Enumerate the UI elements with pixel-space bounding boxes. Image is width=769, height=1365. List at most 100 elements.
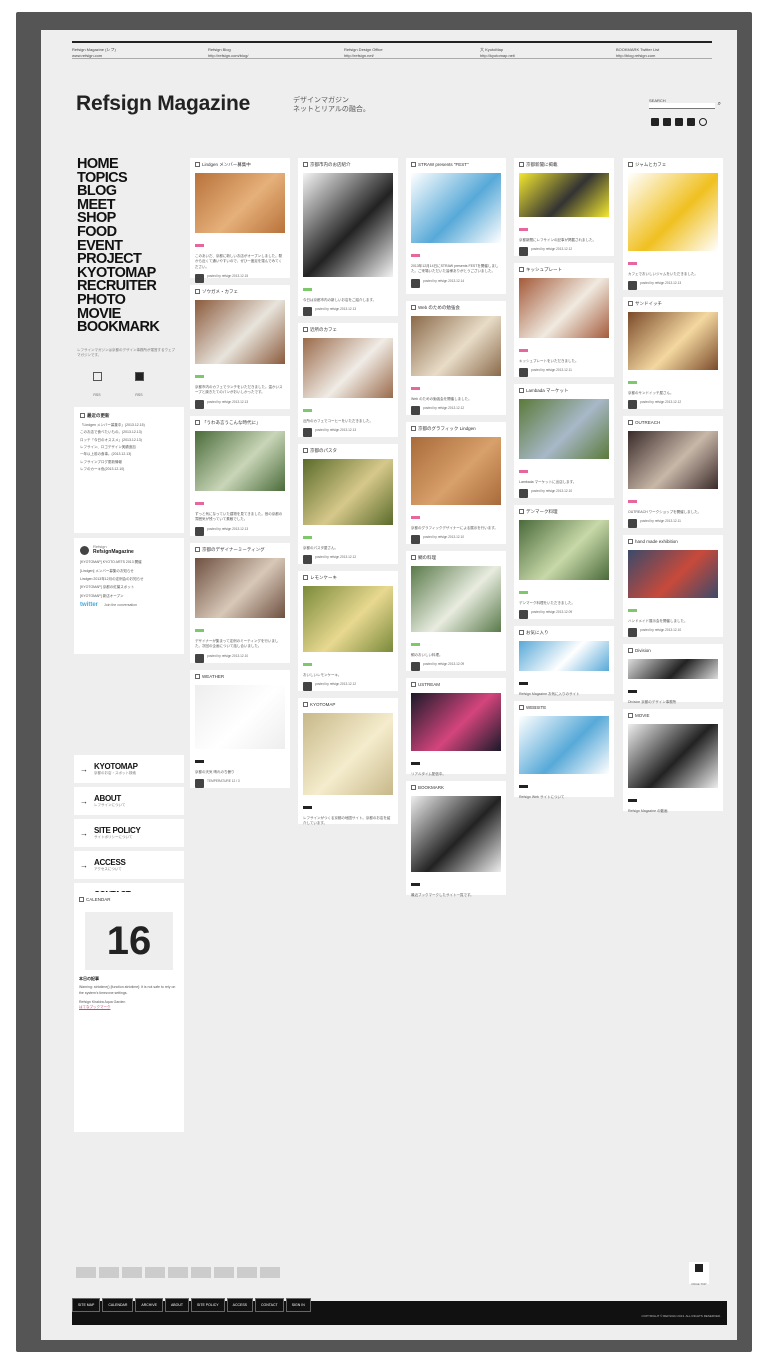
article-title[interactable]: 京都新聞に掲載 — [519, 162, 609, 169]
footer-nav-about[interactable]: ABOUT — [164, 1298, 190, 1312]
recent-item[interactable]: レフサイン、ロゴデザイン実績追加 — [80, 445, 178, 450]
article-title[interactable]: Lindgen メンバー募集中 — [195, 162, 285, 169]
footer-nav-sign-in[interactable]: SIGN IN — [285, 1298, 311, 1312]
category-tag[interactable] — [411, 642, 420, 646]
category-tag[interactable] — [628, 499, 637, 503]
category-tag[interactable] — [411, 386, 420, 390]
article-title[interactable]: USTREAM — [411, 682, 501, 689]
recent-item[interactable]: このお店で食べたいもの。(2013.12.13) — [80, 430, 178, 435]
category-tag[interactable] — [628, 689, 637, 693]
article-image[interactable] — [411, 565, 501, 632]
article-title[interactable]: Web のための勉強会 — [411, 305, 501, 312]
top-link[interactable]: Refsign Blog http://refsign.com/blog/ — [208, 47, 304, 58]
article-card[interactable]: OUTREACH OUTREACH ワークショップを開催しました。 posted b… — [623, 416, 723, 529]
search-input[interactable] — [649, 103, 715, 109]
article-card[interactable]: 京都市内のお店紹介 今日は京都市内の新しいお店をご紹介します。 posted by … — [298, 158, 398, 317]
article-card[interactable]: レモンケーキ おいしいレモンケーキ。 posted by refsign 2013.… — [298, 571, 398, 692]
pager-button[interactable] — [214, 1267, 234, 1278]
article-title[interactable]: 京都のグラフィック Lindgen — [411, 426, 501, 433]
search-icon[interactable]: ⌕ — [718, 101, 721, 108]
article-title[interactable]: ゾウガメ・カフェ — [195, 289, 285, 296]
article-image[interactable] — [411, 436, 501, 505]
circle-icon[interactable] — [699, 118, 707, 126]
home-icon[interactable] — [651, 118, 659, 126]
category-tag[interactable] — [195, 501, 204, 505]
article-title[interactable]: 近所のカフェ — [303, 327, 393, 334]
article-title[interactable]: お気に入り — [519, 630, 609, 637]
category-tag[interactable] — [195, 759, 204, 763]
article-card[interactable]: サンドイッチ 京都のサンドイッチ屋さん。 posted by refsign 201… — [623, 297, 723, 410]
category-tag[interactable] — [628, 261, 637, 265]
recent-item[interactable]: レフサインブログ更新情報 — [80, 460, 178, 465]
article-image[interactable] — [519, 398, 609, 459]
article-image[interactable] — [519, 277, 609, 338]
article-image[interactable] — [411, 692, 501, 751]
twitter-icon[interactable] — [663, 118, 671, 126]
tweet-item[interactable]: Lindgen 2013年12月の定例会のお知らせ — [80, 577, 178, 582]
calendar-day[interactable]: 16 — [85, 911, 173, 970]
article-image[interactable] — [303, 458, 393, 525]
article-title[interactable]: WEBSITE — [519, 705, 609, 712]
article-card[interactable]: USTREAM リアルタイム配信中。 — [406, 678, 506, 776]
article-card[interactable]: 京都のパスタ 京都のパスタ屋さん。 posted by refsign 2013.1… — [298, 444, 398, 565]
article-title[interactable]: デンマーク料理 — [519, 509, 609, 516]
article-card[interactable]: Lambada マーケット Lambada マーケットに出店します。 posted … — [514, 384, 614, 499]
article-title[interactable]: 「うわあ言うこんな時代に」 — [195, 420, 285, 427]
category-tag[interactable] — [519, 590, 528, 594]
article-title[interactable]: STRAW presents "FEST" — [411, 162, 501, 169]
article-image[interactable] — [195, 172, 285, 233]
article-card[interactable]: ゾウガメ・カフェ 京都市内のカフェでランチをいただきました。温かいスープと焼きたて… — [190, 285, 290, 409]
article-card[interactable]: デンマーク料理 デンマーク料理をいただきました。 posted by refsign… — [514, 505, 614, 620]
article-card[interactable]: KYOTOMAP レフサインがつくる京都の地図サイト。京都のお店を紹介しています。 — [298, 698, 398, 825]
article-card[interactable]: BOOKMARK 最近ブックマークしたサイト一覧です。 — [406, 781, 506, 897]
article-image[interactable] — [195, 684, 285, 749]
article-image[interactable] — [519, 519, 609, 580]
article-image[interactable] — [628, 549, 718, 598]
article-card[interactable]: WEBSITE Refsign Web サイトについて — [514, 701, 614, 799]
top-link[interactable]: BOOKMARK Twitter List http://blog.refsign… — [616, 47, 712, 58]
article-image[interactable] — [519, 715, 609, 774]
article-image[interactable] — [303, 172, 393, 277]
recent-item[interactable]: 一年以上前の食事。(2013.12.13) — [80, 452, 178, 457]
category-tag[interactable] — [628, 608, 637, 612]
category-tag[interactable] — [411, 882, 420, 886]
tweet-item[interactable]: [Lindgen] メンバー募集のお知らせ — [80, 569, 178, 574]
article-image[interactable] — [628, 311, 718, 370]
pager-button[interactable] — [76, 1267, 96, 1278]
sidebar-link-site-policy[interactable]: → SITE POLICY サイトポリシーについて — [74, 819, 184, 847]
site-logo[interactable]: Refsign Magazine — [76, 92, 250, 116]
pager-button[interactable] — [145, 1267, 165, 1278]
article-title[interactable]: KYOTOMAP — [303, 702, 393, 709]
article-card[interactable]: ジャムとカフェ カフェでおいしいジャムをいただきました。 posted by ref… — [623, 158, 723, 291]
top-link[interactable]: 大 KyotoMap http://kyotomap.net/ — [480, 47, 576, 58]
article-image[interactable] — [519, 172, 609, 217]
article-card[interactable]: 京都のデザイナーミーティング デザイナーが集まって定例のミーティングを行いました。… — [190, 543, 290, 663]
article-image[interactable] — [628, 658, 718, 679]
article-title[interactable]: キッシュプレート — [519, 267, 609, 274]
article-card[interactable]: 鯛の料理 鯛のおいしい料理。 posted by refsign 2013.12.0… — [406, 551, 506, 672]
article-title[interactable]: MOVIE — [628, 713, 718, 720]
pager-button[interactable] — [260, 1267, 280, 1278]
article-title[interactable]: 鯛の料理 — [411, 555, 501, 562]
sidebar-link-about[interactable]: → ABOUT レフサインについて — [74, 787, 184, 815]
article-image[interactable] — [628, 723, 718, 788]
article-image[interactable] — [628, 172, 718, 251]
category-tag[interactable] — [519, 681, 528, 685]
article-card[interactable]: WEATHER 京都の天気 晴れのち曇り TEMPERATURE 12 / 3 — [190, 670, 290, 789]
category-tag[interactable] — [411, 761, 420, 765]
category-tag[interactable] — [411, 515, 420, 519]
category-tag[interactable] — [628, 380, 637, 384]
article-title[interactable]: hand made exhibition — [628, 539, 718, 546]
category-tag[interactable] — [303, 805, 312, 809]
recent-item[interactable]: 「Lindgen メンバー募集中」(2013.12.15) — [80, 423, 178, 428]
article-image[interactable] — [195, 430, 285, 491]
article-title[interactable]: 京都のパスタ — [303, 448, 393, 455]
article-title[interactable]: 京都市内のお店紹介 — [303, 162, 393, 169]
article-card[interactable]: 京都新聞に掲載 京都新聞にレフサインの記事が掲載されました。 posted by r… — [514, 158, 614, 257]
category-tag[interactable] — [519, 227, 528, 231]
category-tag[interactable] — [411, 253, 420, 257]
tweet-item[interactable]: [KYOTOMAP] 新店オープン — [80, 594, 178, 599]
article-card[interactable]: キッシュプレート キッシュプレートをいただきました。 posted by refsi… — [514, 263, 614, 378]
article-card[interactable]: お気に入り Refsign Magazine お気に入りのサイト — [514, 626, 614, 696]
article-image[interactable] — [195, 299, 285, 364]
